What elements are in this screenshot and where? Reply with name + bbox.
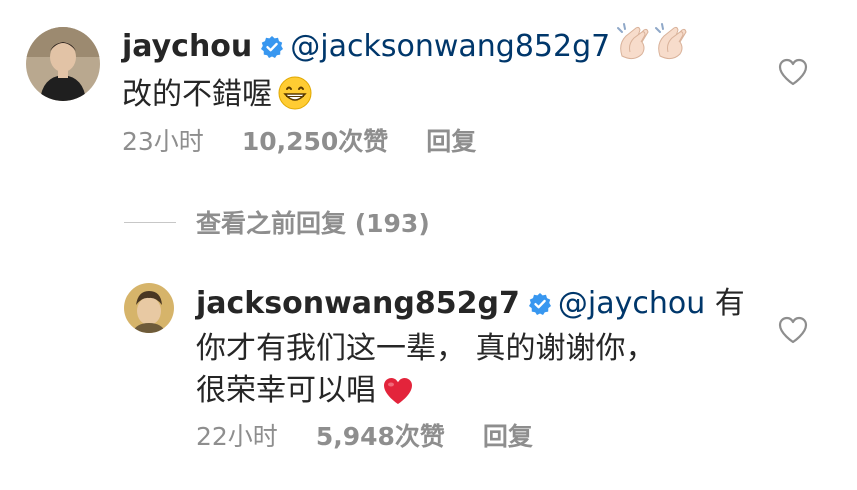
avatar-image bbox=[124, 283, 174, 333]
comment-mention-link[interactable]: @jacksonwang852g7 bbox=[290, 29, 610, 64]
comment-reply-button[interactable]: 回复 bbox=[426, 122, 476, 158]
verified-badge-icon bbox=[528, 286, 552, 328]
clapping-hands-icon bbox=[616, 22, 696, 74]
reply-likes-count[interactable]: 5,948次赞 bbox=[316, 417, 445, 453]
avatar-image bbox=[26, 27, 100, 101]
comment-line-2: 改的不錯喔 bbox=[122, 74, 772, 122]
comment-timestamp[interactable]: 23小时 bbox=[122, 122, 204, 158]
reply-meta: 22小时 5,948次赞 回复 bbox=[196, 417, 533, 453]
heart-outline-icon bbox=[778, 316, 808, 344]
reply-username[interactable]: jacksonwang852g7 bbox=[196, 286, 520, 321]
grinning-face-icon bbox=[278, 76, 312, 122]
reply-reply-button[interactable]: 回复 bbox=[483, 417, 533, 453]
comment-meta: 23小时 10,250次赞 回复 bbox=[122, 122, 476, 158]
reply-text-line3: 很荣幸可以唱 bbox=[196, 373, 376, 408]
comment-username[interactable]: jaychou bbox=[122, 29, 252, 64]
comment-likes-count[interactable]: 10,250次赞 bbox=[242, 122, 388, 158]
reply-mention-link[interactable]: @jaychou bbox=[558, 286, 705, 321]
avatar-jaychou[interactable] bbox=[26, 27, 100, 101]
view-previous-replies-button[interactable]: 查看之前回复 (193) bbox=[124, 204, 430, 240]
comment-text: 改的不錯喔 bbox=[122, 77, 272, 112]
red-heart-icon bbox=[382, 376, 414, 418]
reply-line-3: 很荣幸可以唱 bbox=[196, 370, 776, 418]
comment-line-1: jaychou @jacksonwang852g7 bbox=[122, 22, 772, 74]
view-replies-label: 查看之前回复 (193) bbox=[196, 209, 430, 238]
reply-timestamp[interactable]: 22小时 bbox=[196, 417, 278, 453]
like-heart-button[interactable] bbox=[778, 316, 808, 344]
like-heart-button[interactable] bbox=[778, 58, 808, 86]
reply-line-1: jacksonwang852g7 @jaychou 有 bbox=[196, 283, 776, 328]
replies-divider-line bbox=[124, 221, 176, 223]
reply-text-line1-suffix: 有 bbox=[714, 286, 745, 321]
reply-line-2: 你才有我们这一辈， 真的谢谢你， bbox=[196, 331, 656, 366]
verified-badge-icon bbox=[260, 29, 284, 71]
avatar-jacksonwang852g7[interactable] bbox=[124, 283, 174, 333]
comment-body: jaychou @jacksonwang852g7 改的不錯喔 bbox=[122, 22, 772, 122]
reply-body: jacksonwang852g7 @jaychou 有 你才有我们这一辈， 真的谢… bbox=[196, 283, 776, 418]
heart-outline-icon bbox=[778, 58, 808, 86]
